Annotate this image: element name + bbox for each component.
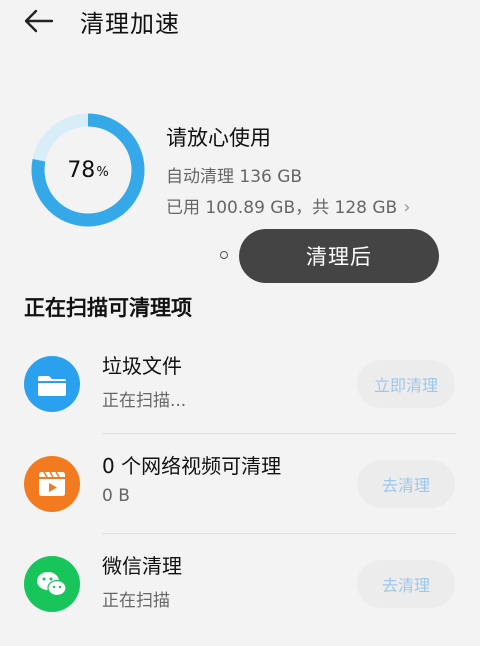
video-icon <box>24 456 80 512</box>
divider <box>102 433 456 434</box>
chevron-right-icon: › <box>403 197 411 218</box>
item-name: 垃圾文件 <box>102 354 182 378</box>
item-size: 0 B <box>102 486 130 506</box>
storage-status: 请放心使用 <box>166 126 271 150</box>
header: 清理加速 <box>0 0 480 44</box>
page-title: 清理加速 <box>80 10 180 38</box>
wechat-icon <box>24 556 80 612</box>
back-button[interactable] <box>22 6 56 36</box>
list-item-online-video[interactable]: 0 个网络视频可清理 0 B 去清理 <box>0 446 480 546</box>
clean-now-button[interactable]: 立即清理 <box>357 360 455 408</box>
go-clean-button[interactable]: 去清理 <box>357 460 455 508</box>
list-item-junk-files[interactable]: 垃圾文件 正在扫描... 立即清理 <box>0 346 480 446</box>
item-status: 正在扫描 <box>102 591 170 611</box>
list-item-wechat[interactable]: 微信清理 正在扫描 去清理 <box>0 546 480 646</box>
storage-used-link[interactable]: 已用 100.89 GB，共 128 GB › <box>166 193 410 218</box>
percent-sign: % <box>96 164 109 180</box>
auto-clean-text: 自动清理 136 GB <box>166 167 303 187</box>
arrow-left-icon <box>24 9 54 33</box>
go-clean-button[interactable]: 去清理 <box>357 560 455 608</box>
item-name: 微信清理 <box>102 554 182 578</box>
storage-percent: 78 <box>67 157 96 183</box>
divider <box>102 533 456 534</box>
after-clean-button[interactable]: 清理后 <box>239 229 439 283</box>
indicator-dot <box>220 251 228 259</box>
folder-icon <box>24 356 80 412</box>
item-status: 正在扫描... <box>102 391 187 411</box>
storage-used-text: 已用 100.89 GB，共 128 GB <box>166 198 398 218</box>
section-title: 正在扫描可清理项 <box>24 296 192 320</box>
item-name: 0 个网络视频可清理 <box>102 454 282 478</box>
storage-ring: 78 % <box>30 112 146 228</box>
